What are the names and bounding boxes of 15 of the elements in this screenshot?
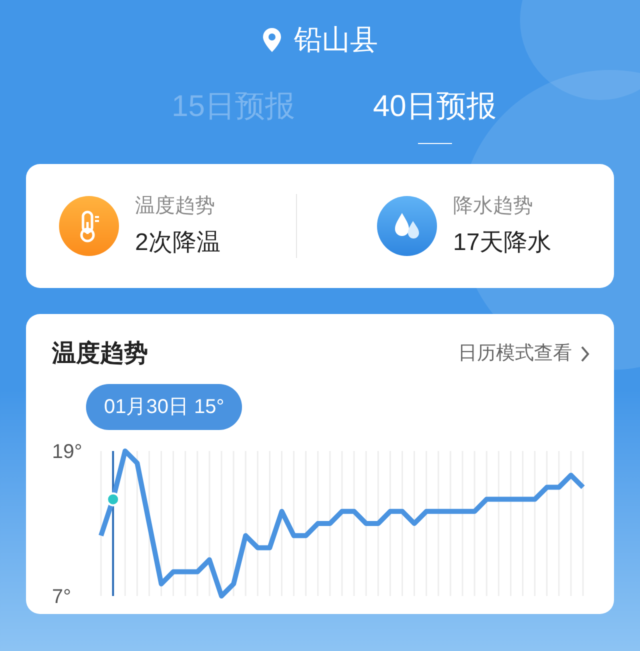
- calendar-view-link[interactable]: 日历模式查看: [458, 340, 590, 368]
- date-temperature-tooltip: 01月30日 15°: [86, 384, 242, 430]
- summary-title: 温度趋势: [135, 194, 216, 219]
- forecast-tab[interactable]: 40日预报: [373, 84, 496, 144]
- y-axis-label: 7°: [52, 586, 72, 608]
- thermometer-icon: [59, 196, 119, 256]
- chevron-right-icon: [580, 345, 590, 363]
- location-name: 铅山县: [294, 23, 378, 57]
- summary-title: 降水趋势: [453, 194, 534, 219]
- location-pin-icon: [262, 28, 282, 52]
- summary-value: 17天降水: [453, 228, 552, 258]
- y-axis-label: 19°: [52, 441, 82, 463]
- card-title: 温度趋势: [52, 339, 148, 369]
- water-drops-icon: [377, 196, 437, 256]
- summary-value: 2次降温: [135, 228, 220, 258]
